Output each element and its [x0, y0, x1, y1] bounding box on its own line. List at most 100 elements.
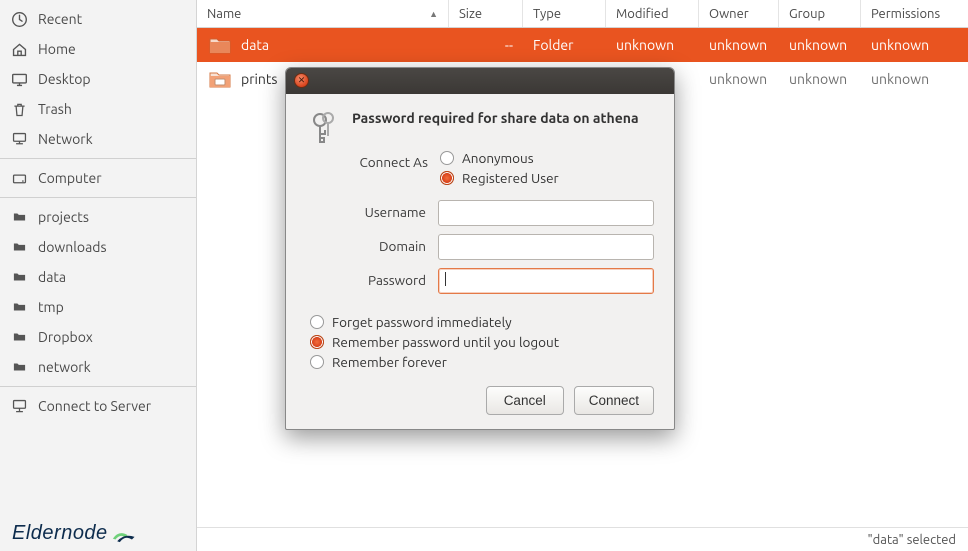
- drive-icon: [10, 169, 28, 187]
- column-header-size[interactable]: Size: [449, 0, 523, 27]
- column-header-label: Owner: [709, 7, 749, 21]
- file-size: --: [449, 37, 523, 53]
- column-header-permissions[interactable]: Permissions: [861, 0, 968, 27]
- radio-label: Remember forever: [332, 354, 447, 370]
- sidebar-item-label: Network: [38, 131, 93, 147]
- radio-anonymous[interactable]: Anonymous: [440, 150, 654, 166]
- dialog-titlebar[interactable]: ✕: [286, 68, 674, 94]
- sidebar-divider: [0, 386, 196, 387]
- logo-swoosh-icon: [112, 527, 134, 541]
- sidebar-item-label: Connect to Server: [38, 398, 151, 414]
- radio-remember-logout[interactable]: Remember password until you logout: [310, 334, 654, 350]
- column-header-owner[interactable]: Owner: [699, 0, 779, 27]
- column-header-name[interactable]: Name ▲: [197, 0, 449, 27]
- file-name: data: [241, 37, 269, 53]
- sidebar-item-label: tmp: [38, 299, 64, 315]
- domain-input[interactable]: [438, 234, 654, 260]
- radio-icon: [310, 335, 324, 349]
- desktop-icon: [10, 70, 28, 88]
- sidebar-item-trash[interactable]: Trash: [0, 94, 196, 124]
- sort-asc-icon: ▲: [429, 9, 438, 19]
- auth-dialog: ✕ Password required for share data on at…: [285, 67, 675, 430]
- sidebar-item-bookmark[interactable]: data: [0, 262, 196, 292]
- folder-icon: [10, 208, 28, 226]
- file-permissions: unknown: [861, 37, 968, 53]
- column-header-label: Type: [533, 7, 561, 21]
- column-header-label: Permissions: [871, 7, 940, 21]
- sidebar-item-connect-server[interactable]: Connect to Server: [0, 391, 196, 421]
- domain-label: Domain: [354, 234, 438, 254]
- sidebar-divider: [0, 197, 196, 198]
- clock-icon: [10, 10, 28, 28]
- folder-icon: [207, 32, 233, 58]
- sidebar-item-label: network: [38, 359, 91, 375]
- sidebar-item-label: Dropbox: [38, 329, 93, 345]
- radio-label: Forget password immediately: [332, 314, 512, 330]
- sidebar-item-computer[interactable]: Computer: [0, 163, 196, 193]
- column-header-label: Group: [789, 7, 825, 21]
- column-headers: Name ▲ Size Type Modified Owner Group Pe…: [197, 0, 968, 28]
- sidebar-item-recent[interactable]: Recent: [0, 4, 196, 34]
- sidebar-item-home[interactable]: Home: [0, 34, 196, 64]
- folder-icon: [10, 358, 28, 376]
- sidebar-item-label: Trash: [38, 101, 72, 117]
- sidebar-item-bookmark[interactable]: Dropbox: [0, 322, 196, 352]
- logo-text: Eldernode: [12, 522, 108, 545]
- close-button[interactable]: ✕: [294, 73, 309, 88]
- radio-icon: [440, 151, 454, 165]
- dialog-heading: Password required for share data on athe…: [352, 110, 654, 126]
- sidebar-item-desktop[interactable]: Desktop: [0, 64, 196, 94]
- radio-icon: [310, 355, 324, 369]
- radio-label: Registered User: [462, 170, 559, 186]
- trash-icon: [10, 100, 28, 118]
- file-type: Folder: [523, 37, 606, 53]
- folder-icon: [207, 66, 233, 92]
- sidebar-item-label: data: [38, 269, 66, 285]
- network-icon: [10, 130, 28, 148]
- file-group: unknown: [779, 71, 861, 87]
- file-owner: unknown: [699, 71, 779, 87]
- file-modified: unknown: [606, 37, 699, 53]
- keys-icon: [306, 110, 340, 150]
- column-header-label: Size: [459, 7, 482, 21]
- column-header-modified[interactable]: Modified: [606, 0, 699, 27]
- folder-icon: [10, 238, 28, 256]
- sidebar-item-bookmark[interactable]: downloads: [0, 232, 196, 262]
- password-label: Password: [354, 268, 438, 288]
- radio-remember-forever[interactable]: Remember forever: [310, 354, 654, 370]
- sidebar: Recent Home Desktop Trash Network Comput…: [0, 0, 197, 551]
- eldernode-logo: Eldernode: [12, 522, 134, 545]
- connect-button[interactable]: Connect: [574, 386, 654, 415]
- sidebar-item-bookmark[interactable]: network: [0, 352, 196, 382]
- radio-icon: [440, 171, 454, 185]
- column-header-group[interactable]: Group: [779, 0, 861, 27]
- file-name: prints: [241, 71, 277, 87]
- radio-label: Anonymous: [462, 150, 534, 166]
- file-row[interactable]: data -- Folder unknown unknown unknown u…: [197, 28, 968, 62]
- radio-icon: [310, 315, 324, 329]
- sidebar-item-label: Home: [38, 41, 76, 57]
- username-input[interactable]: [438, 200, 654, 226]
- sidebar-item-network[interactable]: Network: [0, 124, 196, 154]
- radio-label: Remember password until you logout: [332, 334, 559, 350]
- cancel-button[interactable]: Cancel: [486, 386, 564, 415]
- folder-icon: [10, 268, 28, 286]
- status-text: "data" selected: [867, 533, 956, 547]
- sidebar-item-label: Computer: [38, 170, 102, 186]
- username-label: Username: [354, 200, 438, 220]
- column-header-type[interactable]: Type: [523, 0, 606, 27]
- file-permissions: unknown: [861, 71, 968, 87]
- radio-forget-immediately[interactable]: Forget password immediately: [310, 314, 654, 330]
- folder-icon: [10, 298, 28, 316]
- folder-icon: [10, 328, 28, 346]
- connect-as-label: Connect As: [354, 150, 440, 170]
- sidebar-item-label: Desktop: [38, 71, 91, 87]
- file-group: unknown: [779, 37, 861, 53]
- sidebar-item-bookmark[interactable]: tmp: [0, 292, 196, 322]
- password-input[interactable]: [438, 268, 654, 294]
- file-owner: unknown: [699, 37, 779, 53]
- status-bar: "data" selected: [197, 527, 968, 551]
- column-header-label: Modified: [616, 7, 669, 21]
- radio-registered-user[interactable]: Registered User: [440, 170, 654, 186]
- sidebar-item-bookmark[interactable]: projects: [0, 202, 196, 232]
